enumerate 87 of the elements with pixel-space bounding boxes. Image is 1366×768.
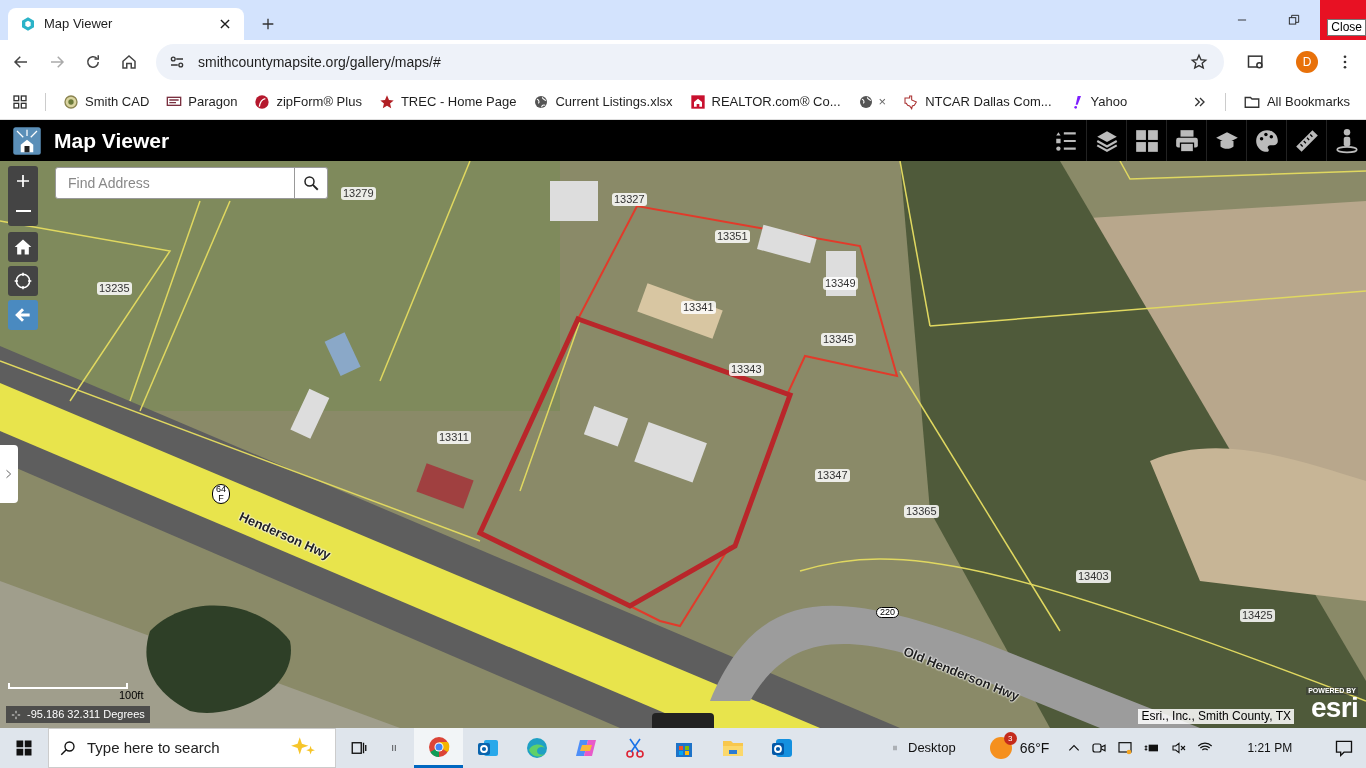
parcel-label: 13341 — [681, 301, 716, 314]
home-button[interactable] — [8, 232, 38, 262]
star-icon[interactable] — [1190, 53, 1208, 71]
bookmark[interactable]: Yahoo — [1068, 91, 1128, 112]
bookmark[interactable]: × — [857, 91, 887, 112]
address-bar[interactable]: smithcountymapsite.org/gallery/maps/# — [156, 44, 1224, 80]
attribution-text: Esri., Inc., Smith County, TX — [1138, 709, 1294, 724]
crosshair-icon — [13, 271, 33, 291]
bookmark[interactable]: NTCAR Dallas Com... — [903, 91, 1052, 112]
temperature-text: 66°F — [1019, 738, 1050, 758]
parcel-label: 13347 — [815, 469, 850, 482]
parcel-label: 13311 — [437, 431, 471, 444]
home-icon[interactable] — [120, 53, 138, 71]
site-settings-icon[interactable] — [168, 53, 186, 71]
bookmark[interactable]: REALTOR.com® Co... — [689, 91, 841, 112]
back-button[interactable] — [8, 300, 38, 330]
browser-tab[interactable]: Map Viewer — [8, 8, 244, 40]
bookmark[interactable]: Paragon — [166, 91, 238, 112]
windows-start-icon[interactable] — [15, 739, 33, 757]
site-icon — [20, 16, 36, 32]
taskbar-app-button[interactable] — [414, 728, 463, 768]
url-text: smithcountymapsite.org/gallery/maps/# — [198, 52, 442, 72]
crosshair-icon — [11, 709, 21, 720]
locate-button[interactable] — [8, 266, 38, 296]
bookmark[interactable]: TREC - Home Page — [378, 91, 517, 112]
display-icon[interactable] — [1117, 740, 1134, 756]
parcel-label: 13345 — [821, 333, 856, 346]
home-icon — [13, 237, 33, 257]
parcel-label: 13351 — [715, 230, 750, 243]
state-outline-icon — [903, 93, 920, 110]
bookmark[interactable]: Current Listings.xlsx — [533, 91, 673, 112]
swoosh-icon — [254, 93, 271, 110]
restore-icon[interactable] — [1287, 13, 1301, 27]
search-button[interactable] — [295, 167, 328, 199]
person-icon — [1333, 127, 1360, 154]
bookmark[interactable]: zipForm® Plus — [254, 91, 362, 112]
bookmark[interactable]: Smith CAD — [63, 91, 150, 112]
star-icon — [378, 93, 395, 110]
app-title: Map Viewer — [54, 127, 170, 154]
parcel-label: 13327 — [612, 193, 647, 206]
parcel-label: 13279 — [341, 187, 376, 200]
scale-label: 100ft — [119, 688, 144, 703]
search-icon — [302, 174, 320, 192]
parcel-label: 13343 — [729, 363, 764, 376]
speaker-muted-icon[interactable] — [1171, 740, 1188, 756]
chevron-right-icon — [4, 467, 14, 481]
chrome-icon — [426, 734, 451, 759]
search-tabs-icon[interactable] — [1246, 52, 1266, 72]
camera-icon[interactable] — [1091, 740, 1108, 756]
side-panel-toggle[interactable] — [0, 445, 18, 503]
notification-icon[interactable] — [1334, 738, 1354, 758]
taskbar-search-field[interactable]: Type here to search — [48, 728, 336, 768]
ruler-icon — [1293, 127, 1320, 154]
app-logo-icon — [12, 125, 42, 156]
weather-sun-icon[interactable] — [989, 737, 1012, 759]
parcel-label: 13403 — [1076, 570, 1111, 583]
tooltip: Close — [1327, 19, 1366, 36]
tab-title: Map Viewer — [44, 15, 114, 34]
new-tab-icon[interactable] — [260, 16, 276, 32]
apps-grid-icon[interactable] — [12, 93, 28, 110]
close-icon[interactable] — [218, 17, 232, 31]
browser-wave-icon — [524, 736, 549, 760]
all-bookmarks-button[interactable]: All Bookmarks — [1242, 91, 1350, 112]
task-view-icon[interactable] — [350, 739, 368, 757]
desktop-toolbar-label[interactable]: Desktop — [908, 738, 956, 758]
print-icon — [1173, 127, 1200, 154]
address-search-field[interactable]: Find Address — [55, 167, 295, 199]
esri-logo-text: esri — [1310, 695, 1358, 721]
search-icon — [59, 739, 77, 757]
parcel-label: 13349 — [823, 277, 858, 290]
parcel-label: 13235 — [97, 282, 132, 295]
parcel-label: 13365 — [904, 505, 939, 518]
reload-icon[interactable] — [84, 53, 102, 71]
globe-icon — [533, 93, 550, 110]
seal-icon — [63, 93, 79, 110]
grid-icon — [1133, 127, 1160, 154]
route-shield: 220 — [876, 607, 900, 618]
plus-icon — [15, 173, 31, 189]
back-icon[interactable] — [12, 53, 30, 71]
parcel-label: 13425 — [1240, 609, 1275, 622]
mail-app-icon — [769, 736, 794, 760]
palette-icon — [1253, 127, 1280, 154]
house-icon — [689, 93, 706, 110]
coordinates-display: -95.186 32.311 Degrees — [6, 706, 150, 723]
minus-icon — [15, 210, 31, 212]
clock-time[interactable]: 1:21 PM — [1247, 739, 1293, 757]
globe-icon — [857, 93, 874, 110]
